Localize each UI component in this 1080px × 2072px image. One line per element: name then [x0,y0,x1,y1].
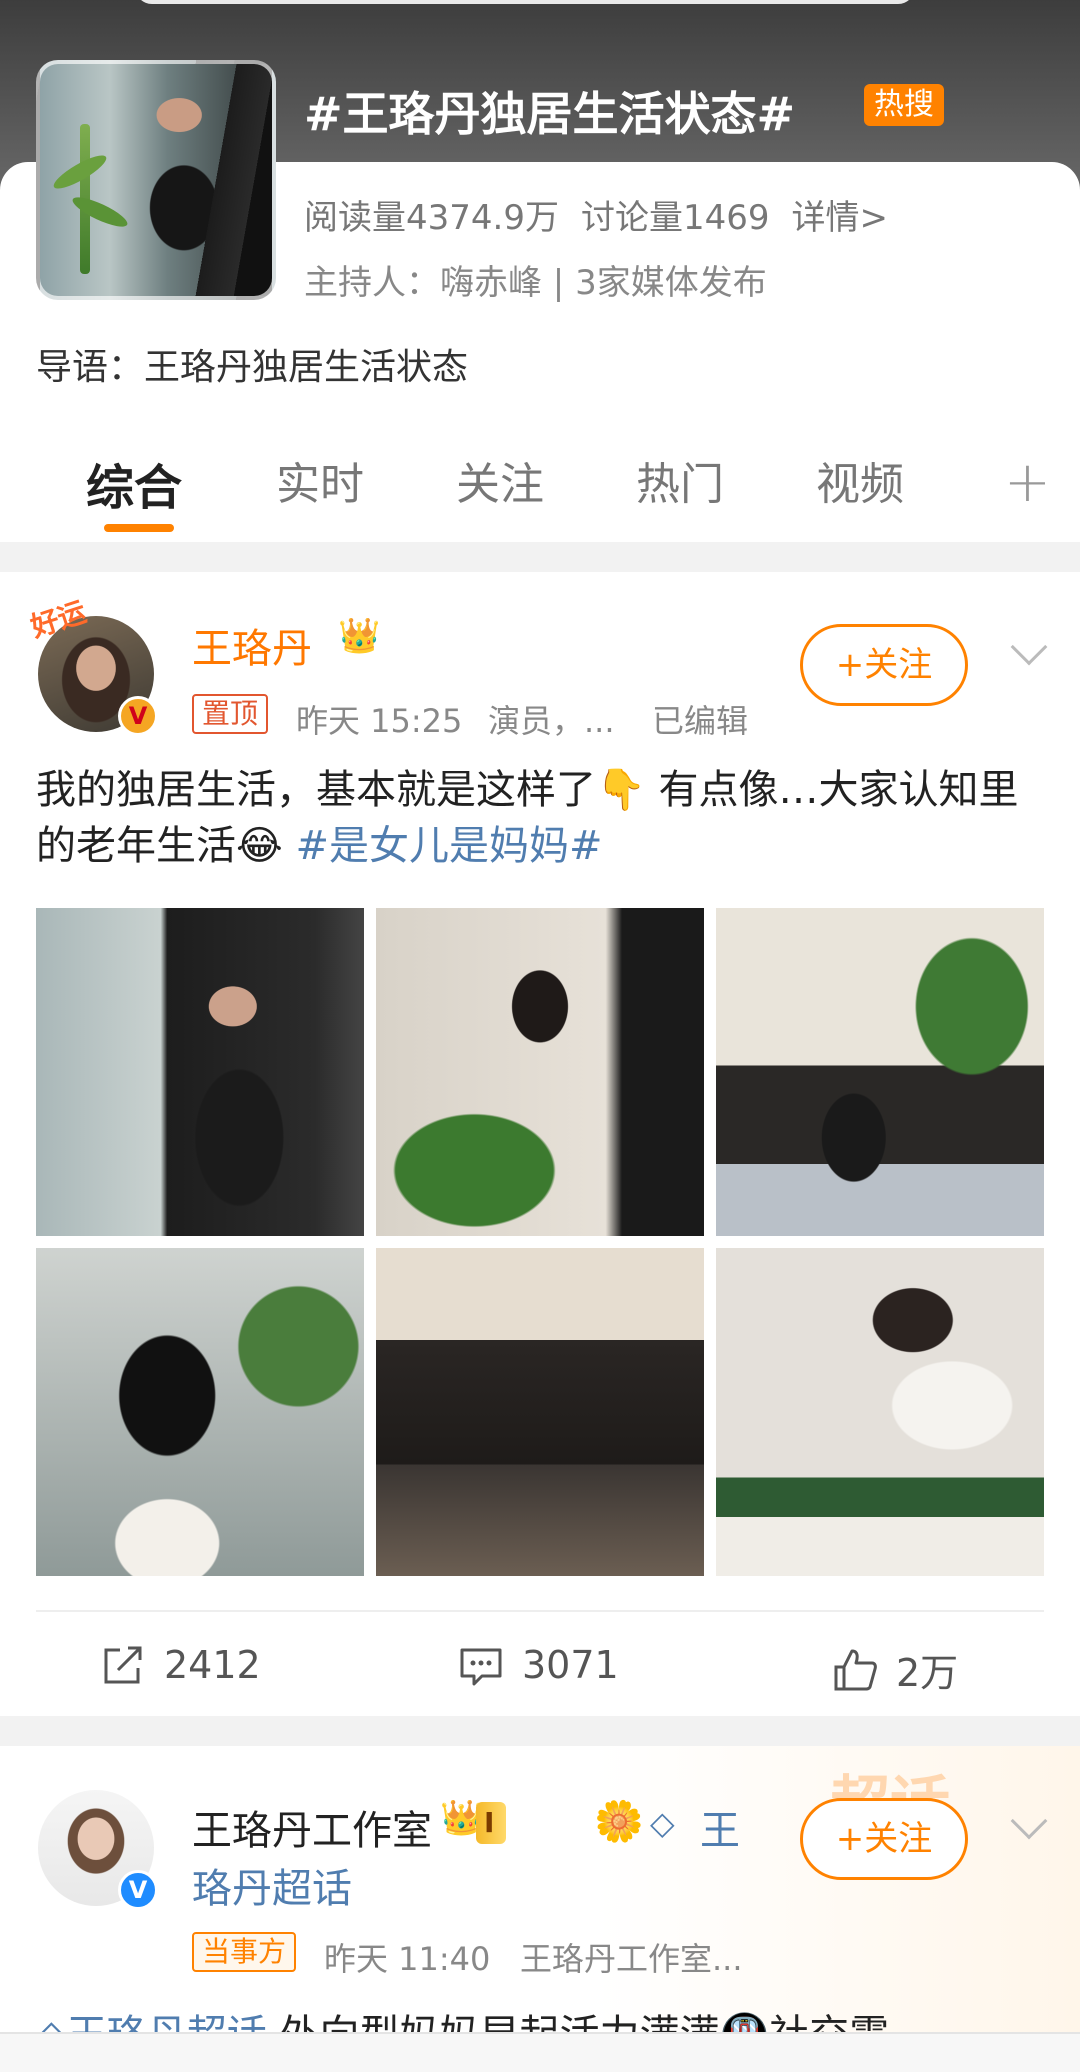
bottom-bar [0,2032,1080,2072]
hashtag-link[interactable]: #是女儿是妈妈# [295,823,602,869]
chevron-down-icon[interactable] [1010,628,1048,666]
cover-leaf [69,192,131,232]
author-name[interactable]: 王珞丹工作室 [192,1798,432,1856]
tab-comprehensive[interactable]: 综合 [86,448,182,518]
repost-button[interactable]: 2412 [100,1642,261,1688]
tab-following[interactable]: 关注 [456,448,544,512]
details-link[interactable]: 详情> [792,198,889,238]
post-card[interactable]: 超话 V 王珞丹工作室 👑 I 🌼 ◇ 王 珞丹超话 当事方 昨天 11:40 … [0,1746,1080,2072]
active-tab-indicator [104,524,174,532]
member-level-badge: I [476,1802,507,1844]
post-time: 昨天 11:40 [324,1940,491,1978]
tab-hot[interactable]: 热门 [636,448,724,512]
photo-thumbnail[interactable] [36,908,364,1236]
hot-search-badge: 热搜 [864,84,944,126]
verified-icon: V [118,1870,158,1910]
action-bar: 2412 3071 2万 [0,1632,1080,1712]
author-name[interactable]: 王珞丹 [192,616,312,674]
party-badge: 当事方 [192,1932,297,1972]
like-icon [834,1649,877,1690]
crown-icon: 👑 [338,616,381,656]
photo-thumbnail[interactable] [376,1248,704,1576]
search-bar-edge[interactable] [135,0,915,4]
like-count: 2万 [896,1651,959,1695]
post-text: 我的独居生活，基本就是这样了👇 有点像…大家认知里的老年生活😂 #是女儿是妈妈# [36,762,1046,874]
discussion-count: 讨论量1469 [580,198,770,238]
comment-button[interactable]: 3071 [458,1642,619,1688]
topic-cover-image[interactable] [36,60,276,300]
plus-icon[interactable]: + [1004,450,1051,515]
edited-label: 已编辑 [652,702,749,740]
photo-thumbnail[interactable] [376,908,704,1236]
repost-count: 2412 [164,1643,261,1687]
super-topic-link[interactable]: 珞丹超话 [192,1856,352,1914]
read-count: 阅读量4374.9万 [304,198,559,238]
verified-icon: V [118,696,158,736]
tab-realtime[interactable]: 实时 [276,448,364,512]
comment-count: 3071 [522,1643,619,1687]
host-line[interactable]: 主持人：嗨赤峰 | 3家媒体发布 [304,255,767,304]
follow-button[interactable]: +关注 [800,1798,968,1880]
tab-bar: 综合 实时 关注 热门 视频 + [0,420,1080,540]
post-time: 昨天 15:25 [296,702,463,740]
post-card[interactable]: 好运 V 王珞丹 👑 置顶 昨天 15:25 演员，... 已编辑 +关注 我的… [0,572,1080,1716]
photo-thumbnail[interactable] [716,1248,1044,1576]
post-source: 王珞丹工作室... [520,1940,743,1978]
comment-icon [460,1648,502,1686]
like-button[interactable]: 2万 [832,1642,958,1697]
topic-intro: 导语：王珞丹独居生活状态 [36,347,469,388]
topic-stats: 阅读量4374.9万 讨论量1469 详情> [304,190,910,239]
flower-icon: 🌼 [594,1799,644,1845]
divider [36,1610,1044,1612]
post-source: 演员，... [488,702,615,740]
diamond-icon: ◇ [650,1804,675,1842]
chevron-down-icon[interactable] [1010,1802,1048,1840]
photo-thumbnail[interactable] [36,1248,364,1576]
super-topic-link[interactable]: 王 [700,1798,740,1856]
photo-thumbnail[interactable] [716,908,1044,1236]
tab-video[interactable]: 视频 [816,448,904,512]
share-icon [104,1646,142,1684]
follow-button[interactable]: +关注 [800,624,968,706]
topic-title: #王珞丹独居生活状态# [304,87,796,141]
pinned-badge: 置顶 [192,694,269,734]
